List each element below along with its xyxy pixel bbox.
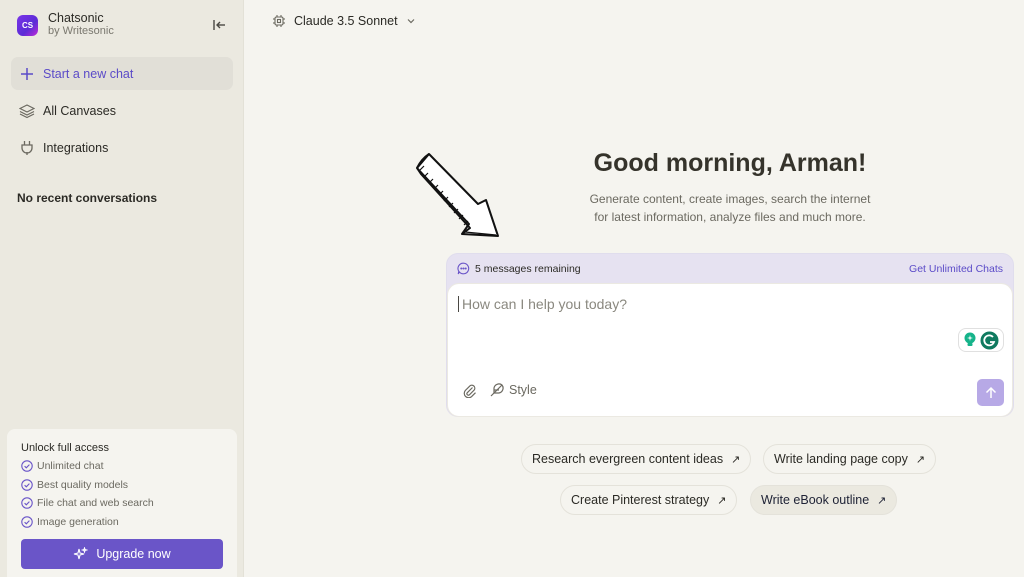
suggestion-label: Write eBook outline: [761, 493, 870, 507]
brand-name: Chatsonic: [48, 11, 104, 25]
sidebar-item-label: Start a new chat: [43, 66, 134, 81]
messages-remaining: 5 messages remaining: [475, 262, 581, 275]
check-circle-icon: [21, 497, 33, 509]
external-arrow-icon: ↗: [731, 453, 741, 466]
plus-icon: [19, 66, 35, 82]
collapse-left-icon: [213, 20, 225, 30]
chat-prompt-input[interactable]: [458, 296, 938, 312]
feature-label: Image generation: [37, 515, 119, 528]
feather-icon: [490, 383, 504, 397]
feature-label: Best quality models: [37, 478, 129, 491]
usage-banner: 5 messages remaining Get Unlimited Chats: [447, 254, 1013, 283]
sidebar-item-label: All Canvases: [43, 103, 116, 118]
layers-icon: [19, 103, 35, 119]
check-circle-icon: [21, 460, 33, 472]
check-circle-icon: [21, 479, 33, 491]
suggestion-chip[interactable]: Research evergreen content ideas ↗: [521, 444, 752, 474]
send-button[interactable]: [977, 379, 1004, 406]
get-unlimited-chats-link[interactable]: Get Unlimited Chats: [909, 263, 1003, 275]
feature-item: File chat and web search: [21, 494, 223, 513]
external-arrow-icon: ↗: [717, 494, 727, 507]
suggestion-label: Create Pinterest strategy: [571, 493, 710, 507]
sidebar-item-label: Integrations: [43, 140, 109, 155]
greeting-heading: Good morning, Arman!: [593, 149, 867, 177]
subtitle-line: Generate content, create images, search …: [589, 192, 871, 206]
suggestion-chip[interactable]: Create Pinterest strategy ↗: [560, 485, 738, 515]
grammarly-widget[interactable]: [958, 328, 1004, 352]
subtitle-line: for latest information, analyze files an…: [594, 209, 866, 224]
sidebar-item-integrations[interactable]: Integrations: [11, 131, 233, 164]
paperclip-icon: [463, 384, 476, 399]
chat-input-area: Style: [447, 283, 1013, 417]
sidebar-item-all-canvases[interactable]: All Canvases: [11, 94, 233, 127]
arrow-up-icon: [985, 386, 996, 398]
feature-label: File chat and web search: [37, 497, 154, 510]
chat-composer: 5 messages remaining Get Unlimited Chats…: [446, 253, 1014, 417]
grammarly-icon: [980, 331, 999, 349]
attach-file-button[interactable]: [463, 384, 477, 403]
sidebar: CS Chatsonic by Writesonic Start a new c…: [0, 0, 244, 577]
suggestion-chip[interactable]: Write eBook outline ↗: [750, 485, 898, 515]
plug-icon: [19, 140, 35, 156]
model-selector[interactable]: Claude 3.5 Sonnet: [272, 14, 416, 28]
suggestion-label: Write landing page copy: [774, 452, 908, 466]
external-arrow-icon: ↗: [877, 494, 887, 507]
check-circle-icon: [21, 516, 33, 528]
style-label: Style: [509, 383, 537, 397]
cpu-chip-icon: [273, 15, 285, 27]
greeting-subtitle: Generate content, create images, search …: [560, 191, 900, 226]
suggestion-label: Research evergreen content ideas: [532, 452, 724, 466]
upgrade-title: Unlock full access: [21, 442, 110, 454]
model-name: Claude 3.5 Sonnet: [294, 14, 398, 28]
lightbulb-icon: [964, 332, 976, 346]
upgrade-now-button[interactable]: Upgrade now: [21, 539, 223, 569]
style-button[interactable]: Style: [490, 383, 537, 397]
collapse-sidebar-button[interactable]: [210, 16, 228, 34]
sparkle-icon: [74, 546, 89, 559]
chat-bubble-icon: [457, 262, 470, 275]
feature-item: Unlimited chat: [21, 457, 223, 476]
suggestion-chip[interactable]: Write landing page copy ↗: [763, 444, 937, 474]
recent-conversations-empty: No recent conversations: [17, 191, 158, 205]
sidebar-item-new-chat[interactable]: Start a new chat: [11, 57, 233, 90]
hand-drawn-arrow-icon: [416, 153, 499, 237]
upgrade-card: Unlock full access Unlimited chat Best q…: [7, 429, 237, 577]
brand-subtitle: by Writesonic: [48, 25, 114, 37]
upgrade-now-label: Upgrade now: [96, 547, 171, 561]
chevron-down-icon: [407, 19, 414, 24]
brand[interactable]: CS Chatsonic by Writesonic: [17, 12, 114, 38]
brand-logo: CS: [17, 14, 38, 36]
external-arrow-icon: ↗: [915, 453, 926, 466]
feature-item: Image generation: [21, 513, 223, 532]
feature-label: Unlimited chat: [37, 460, 104, 473]
feature-item: Best quality models: [21, 476, 223, 495]
